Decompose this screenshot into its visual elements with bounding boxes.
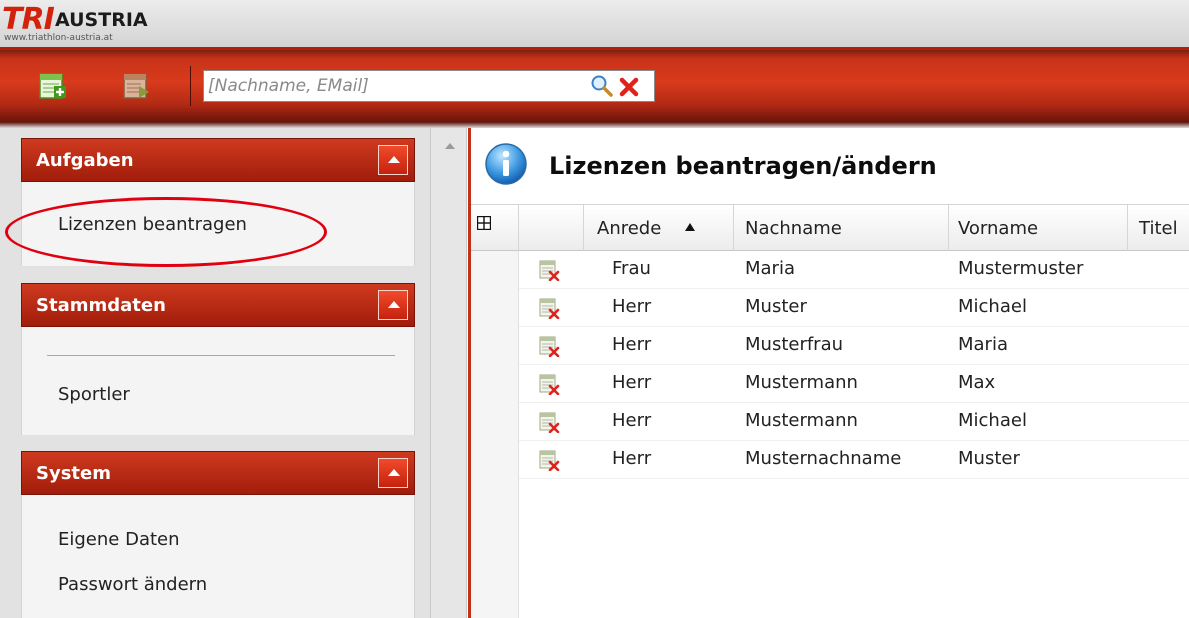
cell-anrede: Herr <box>612 372 652 393</box>
panel-body-aufgaben: Lizenzen beantragen <box>21 182 415 266</box>
panel-title-stammdaten: Stammdaten <box>36 295 166 316</box>
panel-body-system: Eigene Daten Passwort ändern <box>21 495 415 618</box>
cell-vorname: Michael <box>958 410 1027 431</box>
column-separator <box>583 205 584 251</box>
table-row[interactable]: Herr Musterfrau Maria <box>519 327 1189 365</box>
delete-record-icon[interactable] <box>538 449 560 471</box>
collapse-system-button[interactable] <box>378 458 408 488</box>
cell-vorname: Muster <box>958 448 1020 469</box>
search-icon[interactable] <box>590 74 614 98</box>
cell-anrede: Herr <box>612 448 652 469</box>
column-header-nachname[interactable]: Nachname <box>745 218 842 239</box>
delete-record-icon[interactable] <box>538 411 560 433</box>
column-header-titel[interactable]: Titel <box>1139 218 1178 239</box>
panel-separator <box>47 355 395 356</box>
sidebar: Aufgaben Lizenzen beantragen Stammdaten … <box>0 128 440 618</box>
cell-vorname: Max <box>958 372 996 393</box>
expand-all-icon[interactable] <box>477 216 491 230</box>
cell-nachname: Musterfrau <box>745 334 844 355</box>
scroll-up-arrow-icon[interactable] <box>445 143 455 149</box>
cell-anrede: Frau <box>612 258 651 279</box>
cell-nachname: Musternachname <box>745 448 902 469</box>
column-separator <box>948 205 949 251</box>
table-row[interactable]: Herr Mustermann Max <box>519 365 1189 403</box>
table-row[interactable]: Herr Musternachname Muster <box>519 441 1189 479</box>
nav-item-lizenzen-beantragen[interactable]: Lizenzen beantragen <box>58 214 247 235</box>
nav-item-sportler[interactable]: Sportler <box>58 384 130 405</box>
nav-item-eigene-daten[interactable]: Eigene Daten <box>58 529 180 550</box>
app-header: TRI AUSTRIA www.triathlon-austria.at <box>0 0 1189 50</box>
grid-body: Frau Maria Mustermuster Herr Muster Michael He… <box>471 251 1189 618</box>
logo-url-text: www.triathlon-austria.at <box>4 33 113 43</box>
export-icon[interactable] <box>121 71 151 101</box>
column-header-vorname[interactable]: Vorname <box>958 218 1038 239</box>
panel-header-aufgaben[interactable]: Aufgaben <box>21 138 415 182</box>
cell-anrede: Herr <box>612 410 652 431</box>
panel-body-stammdaten: Sportler <box>21 327 415 435</box>
nav-item-passwort-aendern[interactable]: Passwort ändern <box>58 574 207 595</box>
toolbar-separator <box>190 66 191 106</box>
column-header-anrede[interactable]: Anrede <box>597 218 661 239</box>
grid-header: Anrede Nachname Vorname Titel <box>471 204 1189 251</box>
cell-nachname: Mustermann <box>745 372 858 393</box>
cell-vorname: Mustermuster <box>958 258 1084 279</box>
toolbar <box>0 50 1189 122</box>
column-separator <box>1127 205 1128 251</box>
search-box <box>203 70 655 102</box>
search-input[interactable] <box>208 71 578 101</box>
panel-header-system[interactable]: System <box>21 451 415 495</box>
main-content: Lizenzen beantragen/ändern Anrede Nachna… <box>471 128 1189 618</box>
delete-record-icon[interactable] <box>538 259 560 281</box>
cell-nachname: Muster <box>745 296 807 317</box>
table-row[interactable]: Frau Maria Mustermuster <box>519 251 1189 289</box>
collapse-stammdaten-button[interactable] <box>378 290 408 320</box>
column-separator <box>518 205 519 251</box>
info-icon <box>485 143 527 185</box>
cell-nachname: Mustermann <box>745 410 858 431</box>
sort-ascending-icon <box>685 223 695 231</box>
panel-header-stammdaten[interactable]: Stammdaten <box>21 283 415 327</box>
collapse-aufgaben-button[interactable] <box>378 145 408 175</box>
delete-record-icon[interactable] <box>538 335 560 357</box>
row-gutter <box>471 251 519 618</box>
cell-anrede: Herr <box>612 334 652 355</box>
cell-vorname: Maria <box>958 334 1008 355</box>
tri-austria-logo[interactable]: TRI AUSTRIA www.triathlon-austria.at <box>2 3 172 47</box>
column-separator <box>733 205 734 251</box>
cell-nachname: Maria <box>745 258 795 279</box>
delete-record-icon[interactable] <box>538 297 560 319</box>
cell-vorname: Michael <box>958 296 1027 317</box>
logo-tri-text: TRI <box>2 2 55 37</box>
panel-title-aufgaben: Aufgaben <box>36 150 134 171</box>
add-record-icon[interactable] <box>37 71 67 101</box>
delete-record-icon[interactable] <box>538 373 560 395</box>
panel-title-system: System <box>36 463 111 484</box>
sidebar-splitter[interactable] <box>430 128 467 618</box>
cell-anrede: Herr <box>612 296 652 317</box>
table-row[interactable]: Herr Mustermann Michael <box>519 403 1189 441</box>
page-title: Lizenzen beantragen/ändern <box>549 152 937 180</box>
table-row[interactable]: Herr Muster Michael <box>519 289 1189 327</box>
clear-search-icon[interactable] <box>618 76 640 98</box>
logo-austria-text: AUSTRIA <box>55 9 148 31</box>
